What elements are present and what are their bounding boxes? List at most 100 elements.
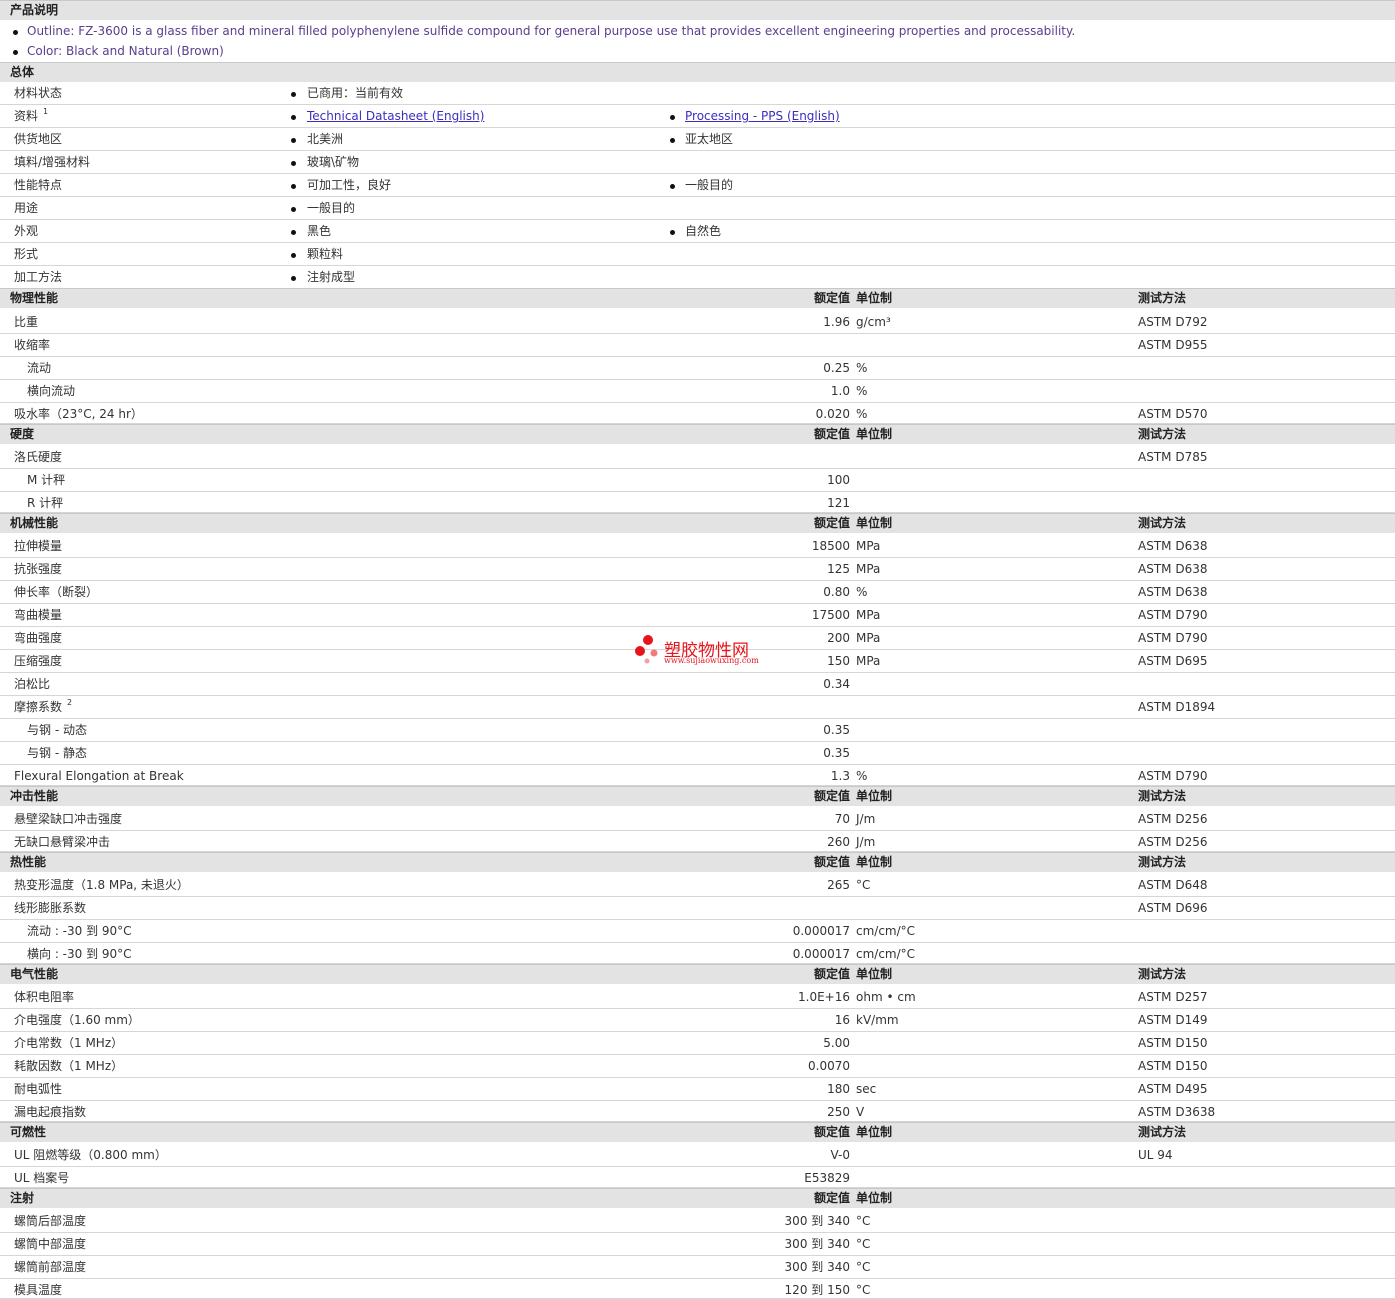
test-method: ASTM D638 <box>1138 539 1208 553</box>
section-title: 可燃性 <box>10 1125 47 1139</box>
property-value: 17500 <box>811 608 850 622</box>
property-label: 摩擦系数 <box>14 700 63 714</box>
property-row: 比重 1.96 g/cm³ ASTM D792 <box>0 311 1395 334</box>
property-unit: ohm • cm <box>856 990 916 1004</box>
property-value: 1.0 <box>830 384 850 398</box>
footnote-marker: 1 <box>43 107 49 116</box>
row-label: 外观 <box>14 224 39 238</box>
test-method: ASTM D257 <box>1138 990 1208 1004</box>
property-label: 收缩率 <box>14 338 51 352</box>
test-method: ASTM D149 <box>1138 1013 1208 1027</box>
unit-column-header: 单位制 <box>856 789 893 803</box>
property-value: 180 <box>827 1082 850 1096</box>
property-value: 1.96 <box>823 315 850 329</box>
watermark-logo: 塑胶物性网 www.sujiaowuxing.com <box>634 632 774 672</box>
property-label: 耗散因数（1 MHz） <box>14 1059 124 1073</box>
property-label: 伸长率（断裂） <box>14 585 99 599</box>
property-label: 螺筒后部温度 <box>14 1214 87 1228</box>
property-value: E53829 <box>804 1171 850 1185</box>
property-value: 250 <box>827 1105 850 1119</box>
bullet-icon <box>291 253 296 258</box>
section-title: 电气性能 <box>10 967 59 981</box>
property-row: 螺筒后部温度 300 到 340 °C <box>0 1210 1395 1233</box>
product-description: Outline: FZ-3600 is a glass fiber and mi… <box>0 20 1395 62</box>
property-label: 流动 : -30 到 90°C <box>27 924 132 938</box>
general-value: 一般目的 <box>307 201 356 215</box>
property-row: 弯曲模量 17500 MPa ASTM D790 <box>0 604 1395 627</box>
property-value: 300 到 340 <box>784 1260 850 1274</box>
property-unit: °C <box>856 1214 871 1228</box>
bullet-icon <box>291 115 296 120</box>
row-label: 加工方法 <box>14 270 63 284</box>
section-header: 可燃性 额定值 单位制 测试方法 <box>0 1122 1395 1142</box>
property-value: 120 到 150 <box>784 1283 850 1297</box>
test-method: ASTM D256 <box>1138 835 1208 849</box>
general-row: 形式 颗粒料 <box>0 243 1395 266</box>
test-method: ASTM D638 <box>1138 562 1208 576</box>
unit-column-header: 单位制 <box>856 1191 893 1205</box>
general-row: 资料 1 Technical Datasheet (English) Processi… <box>0 105 1395 128</box>
test-method: ASTM D696 <box>1138 901 1208 915</box>
property-label: 与钢 - 动态 <box>27 723 87 737</box>
test-method: ASTM D638 <box>1138 585 1208 599</box>
general-value: 颗粒料 <box>307 247 344 261</box>
bullet-icon <box>291 184 296 189</box>
section-header: 硬度 额定值 单位制 测试方法 <box>0 424 1395 444</box>
molecule-icon <box>635 635 658 664</box>
property-label: 拉伸模量 <box>14 539 63 553</box>
test-method: ASTM D570 <box>1138 407 1208 421</box>
general-value: 已商用：当前有效 <box>307 86 404 100</box>
general-value: 玻璃\矿物 <box>307 155 360 169</box>
bullet-icon <box>670 138 675 143</box>
property-row: M 计秤 100 <box>0 469 1395 492</box>
property-row: R 计秤 121 <box>0 492 1395 513</box>
technical-datasheet-link[interactable]: Technical Datasheet (English) <box>307 108 484 124</box>
row-label: 资料 <box>14 109 39 123</box>
property-value: 125 <box>827 562 850 576</box>
value-column-header: 额定值 <box>813 967 850 981</box>
test-method: ASTM D790 <box>1138 608 1208 622</box>
property-value: 0.000017 <box>792 947 850 961</box>
section-header: 注射 额定值 单位制 <box>0 1188 1395 1208</box>
unit-column-header: 单位制 <box>856 427 893 441</box>
property-value: 100 <box>827 473 850 487</box>
row-label: 材料状态 <box>14 86 63 100</box>
test-method: ASTM D3638 <box>1138 1105 1216 1119</box>
property-value: 0.25 <box>823 361 850 375</box>
unit-column-header: 单位制 <box>856 291 893 305</box>
section-header: 冲击性能 额定值 单位制 测试方法 <box>0 786 1395 806</box>
property-unit: cm/cm/°C <box>856 947 916 961</box>
test-method: ASTM D150 <box>1138 1059 1208 1073</box>
row-label: 形式 <box>14 247 39 261</box>
property-label: 螺筒中部温度 <box>14 1237 87 1251</box>
property-value: 300 到 340 <box>784 1214 850 1228</box>
property-row: 耗散因数（1 MHz） 0.0070 ASTM D150 <box>0 1055 1395 1078</box>
method-column-header: 测试方法 <box>1138 967 1187 981</box>
property-row: 与钢 - 动态 0.35 <box>0 719 1395 742</box>
section-title: 产品说明 <box>10 3 59 17</box>
unit-column-header: 单位制 <box>856 967 893 981</box>
method-column-header: 测试方法 <box>1138 789 1187 803</box>
property-row: 悬壁梁缺口冲击强度 70 J/m ASTM D256 <box>0 808 1395 831</box>
property-label: 比重 <box>14 315 39 329</box>
general-value: 自然色 <box>685 224 722 238</box>
property-unit: °C <box>856 878 871 892</box>
property-label: 弯曲强度 <box>14 631 63 645</box>
property-row: 拉伸模量 18500 MPa ASTM D638 <box>0 535 1395 558</box>
method-column-header: 测试方法 <box>1138 1125 1187 1139</box>
property-value: 0.0070 <box>808 1059 850 1073</box>
property-unit: J/m <box>856 812 876 826</box>
value-column-header: 额定值 <box>813 291 850 305</box>
property-unit: % <box>856 407 868 421</box>
property-label: 横向流动 <box>27 384 76 398</box>
property-value: 0.020 <box>815 407 850 421</box>
row-label: 供货地区 <box>14 132 63 146</box>
property-label: 模具温度 <box>14 1283 63 1297</box>
property-unit: MPa <box>856 562 881 576</box>
unit-column-header: 单位制 <box>856 516 893 530</box>
processing-guide-link[interactable]: Processing - PPS (English) <box>685 108 840 124</box>
bullet-icon <box>291 161 296 166</box>
general-value: 北美洲 <box>307 132 344 146</box>
property-unit: MPa <box>856 608 881 622</box>
property-value: V-0 <box>830 1148 850 1162</box>
